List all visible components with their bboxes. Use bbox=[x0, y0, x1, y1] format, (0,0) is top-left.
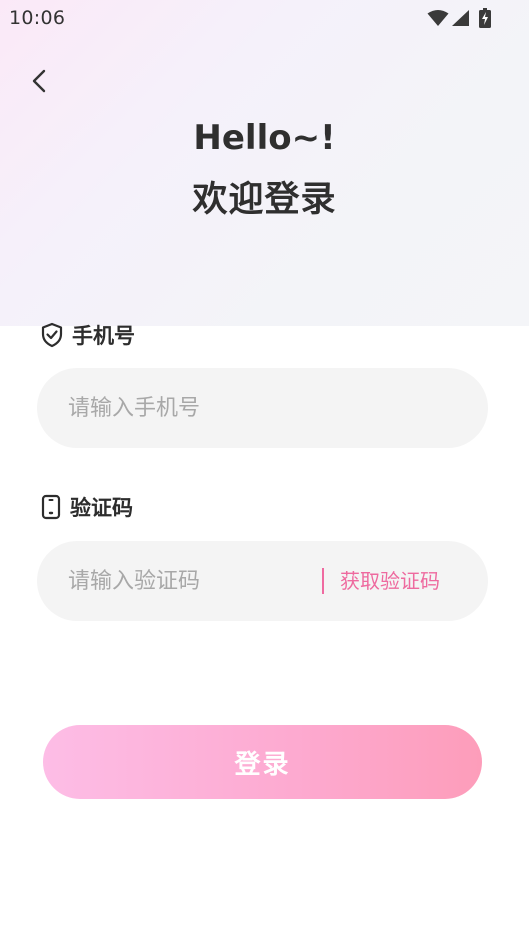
code-divider bbox=[322, 568, 324, 594]
cell-signal-icon bbox=[451, 9, 471, 27]
status-icons bbox=[427, 8, 491, 28]
phone-label: 手机号 bbox=[40, 320, 135, 350]
wifi-icon bbox=[427, 9, 449, 27]
battery-charging-icon bbox=[479, 8, 491, 28]
status-time: 10:06 bbox=[9, 7, 66, 29]
phone-input-container bbox=[37, 368, 488, 448]
back-button[interactable] bbox=[22, 64, 56, 102]
code-label: 验证码 bbox=[40, 492, 133, 522]
header-background bbox=[0, 0, 529, 326]
status-bar: 10:06 bbox=[0, 0, 529, 36]
phone-label-text: 手机号 bbox=[72, 324, 135, 348]
get-code-button[interactable]: 获取验证码 bbox=[340, 541, 440, 621]
code-input-container: 获取验证码 bbox=[37, 541, 488, 621]
code-label-text: 验证码 bbox=[70, 496, 133, 520]
login-button-label: 登录 bbox=[234, 749, 291, 780]
welcome-title: 欢迎登录 bbox=[192, 180, 337, 220]
shield-check-icon bbox=[40, 322, 64, 348]
chevron-left-icon bbox=[31, 69, 47, 97]
phone-input[interactable] bbox=[68, 368, 458, 448]
greeting-title: Hello~! bbox=[193, 118, 336, 158]
login-button[interactable]: 登录 bbox=[43, 725, 482, 799]
code-input[interactable] bbox=[68, 541, 318, 621]
phone-device-icon bbox=[40, 494, 62, 520]
